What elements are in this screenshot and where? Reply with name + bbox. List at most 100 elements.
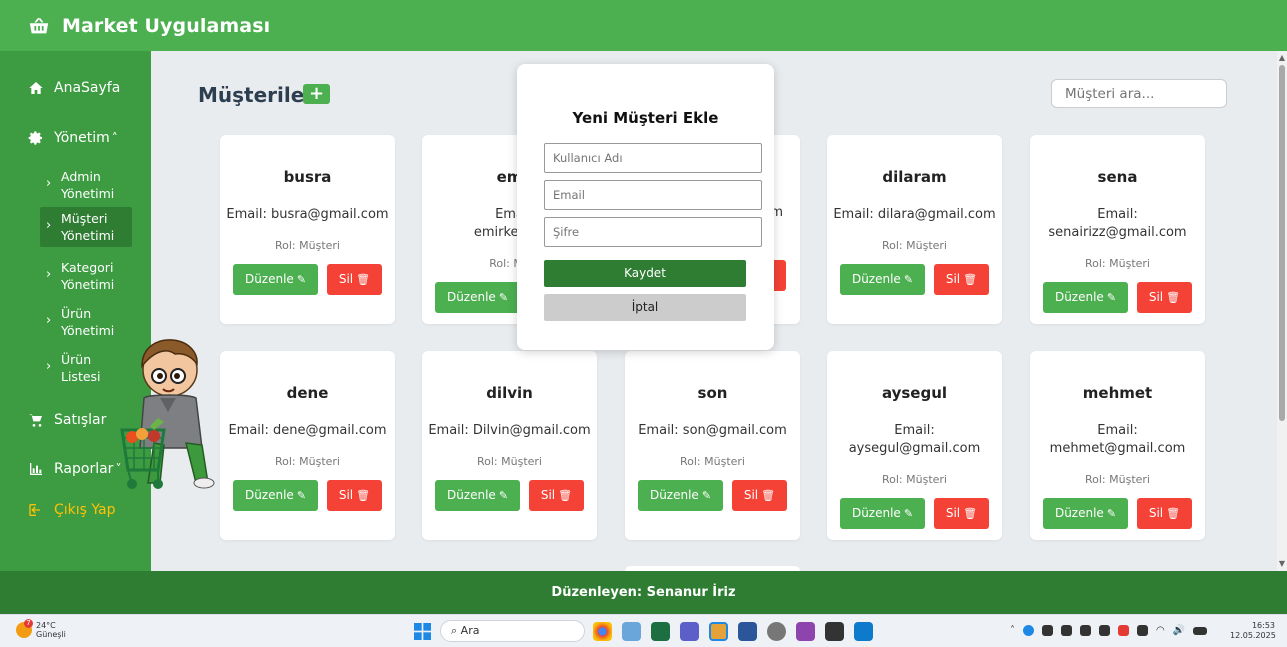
settings-icon[interactable] xyxy=(767,622,786,641)
sidebar-item-home[interactable]: AnaSayfa xyxy=(28,80,120,96)
customer-name: busra xyxy=(283,168,332,186)
sidebar-item-management[interactable]: Yönetim ˄ xyxy=(28,130,118,146)
sidebar-item-label: Yönetim xyxy=(54,130,110,146)
delete-button[interactable]: Sil🗑 xyxy=(529,480,584,511)
tray-app-icon[interactable] xyxy=(1137,625,1148,636)
word-icon[interactable] xyxy=(738,622,757,641)
edit-icon: ✎ xyxy=(903,507,914,520)
bluetooth-icon[interactable] xyxy=(1023,625,1034,636)
scroll-up-icon[interactable]: ▲ xyxy=(1278,53,1286,62)
email-input[interactable] xyxy=(544,180,762,210)
page-title: Müşteriler xyxy=(198,83,315,107)
sidebar-item-product-management[interactable]: › Ürün Yönetimi xyxy=(46,302,138,342)
chevron-right-icon: › xyxy=(46,218,52,233)
edit-button[interactable]: Düzenle ✎ xyxy=(638,480,723,511)
tray-app-icon[interactable] xyxy=(1042,625,1053,636)
customer-role: Rol: Müşteri xyxy=(275,455,340,468)
sidebar-item-label: Listesi xyxy=(61,369,101,384)
chevron-up-icon: ˄ xyxy=(111,131,118,145)
teams-icon[interactable] xyxy=(680,622,699,641)
password-input[interactable] xyxy=(544,217,762,247)
wifi-icon[interactable]: ◠ xyxy=(1156,625,1165,636)
cancel-button[interactable]: İptal xyxy=(544,294,746,321)
edit-button[interactable]: Düzenle ✎ xyxy=(435,480,520,511)
app-header: Market Uygulaması xyxy=(0,0,1287,51)
customer-email: Email: dilara@gmail.com xyxy=(833,207,996,222)
edit-button[interactable]: Düzenle ✎ xyxy=(233,264,318,295)
sidebar-item-logout[interactable]: Çıkış Yap xyxy=(28,502,116,518)
tray-app-icon[interactable] xyxy=(1099,625,1110,636)
tray-app-icon[interactable] xyxy=(1061,625,1072,636)
tray-app-icon[interactable] xyxy=(1118,625,1129,636)
volume-icon[interactable]: 🔊 xyxy=(1173,625,1185,636)
weather-status: Güneşli xyxy=(36,630,66,639)
customer-name: dene xyxy=(286,384,329,402)
sidebar-item-label: AnaSayfa xyxy=(54,80,121,96)
sidebar-item-reports[interactable]: Raporlar ˅ xyxy=(28,461,121,477)
tray-app-icon[interactable] xyxy=(1080,625,1091,636)
terminal-icon[interactable] xyxy=(825,622,844,641)
sidebar-item-category-management[interactable]: › Kategori Yönetimi xyxy=(46,256,138,296)
delete-button[interactable]: Sil🗑 xyxy=(934,264,989,295)
delete-button[interactable]: Sil🗑 xyxy=(1137,498,1192,529)
customer-name: dilaram xyxy=(882,168,947,186)
customer-search-input[interactable] xyxy=(1051,79,1227,108)
battery-icon[interactable] xyxy=(1193,626,1208,635)
sidebar-item-admin-management[interactable]: › Admin Yönetimi xyxy=(46,165,138,205)
sidebar-item-label: Admin xyxy=(61,169,101,184)
sidebar-item-sales[interactable]: Satışlar xyxy=(28,412,106,428)
edit-icon: ✎ xyxy=(903,273,914,286)
vscode-icon[interactable] xyxy=(854,622,873,641)
edit-button[interactable]: Düzenle ✎ xyxy=(840,498,925,529)
chrome-active-icon[interactable] xyxy=(709,622,728,641)
customer-role: Rol: Müşteri xyxy=(1085,257,1150,270)
basket-icon xyxy=(29,17,49,33)
visual-studio-icon[interactable] xyxy=(796,622,815,641)
scroll-down-icon[interactable]: ▼ xyxy=(1278,559,1286,568)
customer-name: mehmet xyxy=(1082,384,1153,402)
edit-icon: ✎ xyxy=(701,489,712,502)
customer-email: Email: aysegul@gmail.com xyxy=(848,423,981,456)
add-customer-button[interactable]: + xyxy=(303,84,330,104)
delete-button[interactable]: Sil🗑 xyxy=(934,498,989,529)
weather-temp: 24°C xyxy=(36,621,56,630)
edit-button[interactable]: Düzenle ✎ xyxy=(1043,282,1128,313)
page-footer: Düzenleyen: Senanur İriz xyxy=(0,571,1287,614)
taskbar-search[interactable]: ⌕ Ara xyxy=(440,620,585,642)
edit-icon: ✎ xyxy=(296,273,307,286)
customer-name: dilvin xyxy=(486,384,533,402)
edit-button[interactable]: Düzenle ✎ xyxy=(1043,498,1128,529)
weather-widget[interactable]: 7 24°C Güneşli xyxy=(16,619,66,639)
photos-icon[interactable] xyxy=(622,622,641,641)
edit-button[interactable]: Düzenle ✎ xyxy=(233,480,318,511)
username-input[interactable] xyxy=(544,143,762,173)
gear-icon xyxy=(28,131,42,145)
page-scrollbar[interactable]: ▲ ▼ xyxy=(1277,51,1287,571)
save-button[interactable]: Kaydet xyxy=(544,260,746,287)
delete-button[interactable]: Sil🗑 xyxy=(1137,282,1192,313)
excel-icon[interactable] xyxy=(651,622,670,641)
sidebar-item-customer-management[interactable]: › Müşteri Yönetimi xyxy=(40,207,132,247)
chrome-icon[interactable] xyxy=(593,622,612,641)
customer-card: dene Email: dene@gmail.com Rol: Müşteri … xyxy=(220,351,395,540)
delete-button[interactable]: Sil🗑 xyxy=(327,480,382,511)
taskbar-clock[interactable]: 16:53 12.05.2025 xyxy=(1230,621,1276,641)
customer-role: Rol: Müşteri xyxy=(882,239,947,252)
modal-title: Yeni Müşteri Ekle xyxy=(572,109,719,127)
edit-icon: ✎ xyxy=(498,291,509,304)
windows-start-icon[interactable] xyxy=(414,623,431,640)
scrollbar-thumb[interactable] xyxy=(1279,65,1285,421)
customer-role: Rol: Müşteri xyxy=(882,473,947,486)
delete-button[interactable]: Sil🗑 xyxy=(732,480,787,511)
sidebar-item-label: Yönetimi xyxy=(61,186,115,201)
chevron-up-icon[interactable]: ˄ xyxy=(1010,625,1015,636)
customer-card: dilvin Email: Dilvin@gmail.com Rol: Müşt… xyxy=(422,351,597,540)
app-title: Market Uygulaması xyxy=(62,14,271,37)
edit-button[interactable]: Düzenle ✎ xyxy=(435,282,520,313)
chevron-right-icon: › xyxy=(46,267,52,282)
trash-icon: 🗑 xyxy=(963,507,978,520)
edit-button[interactable]: Düzenle ✎ xyxy=(840,264,925,295)
delete-button[interactable]: Sil🗑 xyxy=(327,264,382,295)
system-tray: ˄ ◠ 🔊 xyxy=(1010,625,1208,636)
customer-name: son xyxy=(697,384,728,402)
